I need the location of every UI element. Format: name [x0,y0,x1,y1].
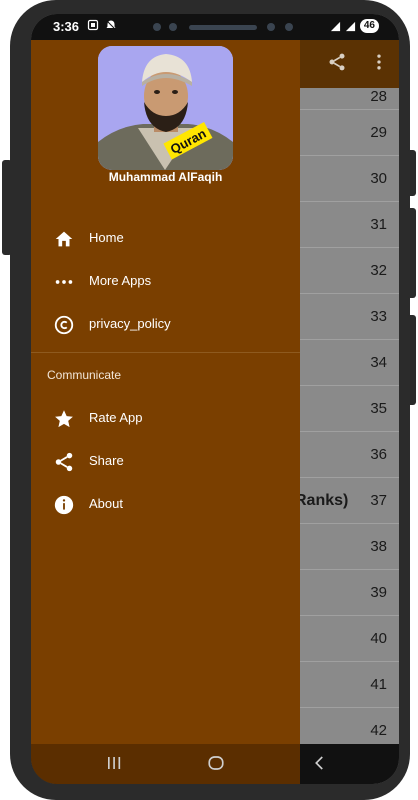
copyright-icon [53,314,75,336]
list-item-number: 32 [370,262,387,279]
camera-dot [285,23,293,31]
list-item-number: 34 [370,354,387,371]
navigation-drawer: Quran Muhammad AlFaqih Home More Apps pr… [31,40,300,744]
drawer-item-label: privacy_policy [89,316,171,331]
drawer-divider [31,352,300,353]
status-system-icons: 46 [330,19,379,33]
camera-dot [153,23,161,31]
list-item-number: 28 [370,88,387,105]
camera-dot [267,23,275,31]
status-bar: 3:36 46 [31,14,399,40]
section-header-communicate: Communicate [47,368,122,382]
drawer-item-more-apps[interactable]: More Apps [31,261,300,301]
home-button[interactable] [207,754,225,777]
side-button-left [2,160,12,255]
side-button-right-3 [406,315,416,405]
system-nav-bar [31,744,399,784]
signal-icon [330,21,340,31]
home-icon [53,228,75,250]
drawer-item-home[interactable]: Home [31,218,300,258]
list-item-number: 39 [370,584,387,601]
profile-avatar: Quran [98,46,233,170]
drawer-item-about[interactable]: About [31,484,300,524]
side-button-right-1 [406,150,416,196]
list-item-number: 35 [370,400,387,417]
side-button-right-2 [406,208,416,298]
camera-notch [151,20,297,34]
status-time: 3:36 [53,19,80,34]
phone-frame: 28 29 30 31 32 33 34 35 36 Ranks) 37 38 39 40 41 42 3:3… [0,0,418,800]
drawer-item-label: About [89,496,123,511]
profile-name: Muhammad AlFaqih [108,170,223,184]
alarm-icon [106,20,117,30]
drawer-item-rate-app[interactable]: Rate App [31,398,300,438]
drawer-item-label: Home [89,230,124,245]
screen: 28 29 30 31 32 33 34 35 36 Ranks) 37 38 39 40 41 42 3:3… [31,14,399,784]
share-icon[interactable] [327,52,347,78]
info-icon [53,494,75,516]
status-notification-icons [87,19,117,34]
signal-icon [345,21,355,31]
battery-indicator: 46 [359,19,379,33]
list-item-number: 31 [370,216,387,233]
drawer-item-share[interactable]: Share [31,441,300,481]
more-horiz-icon [53,271,75,293]
list-item-number: 29 [370,124,387,141]
more-vert-icon[interactable] [369,52,389,78]
drawer-item-label: Share [89,453,124,468]
list-item-number: 41 [370,676,387,693]
list-item-number: 37 [370,492,387,509]
back-button[interactable] [311,754,329,777]
list-item-number: 30 [370,170,387,187]
list-item-title: Ranks) [295,492,349,509]
star-icon [53,408,75,430]
drawer-item-label: More Apps [89,273,152,288]
list-item-number: 36 [370,446,387,463]
list-item-number: 40 [370,630,387,647]
camera-dot [169,23,177,31]
recents-button[interactable] [105,754,123,777]
nav-bar-scrim [31,744,300,784]
speaker-grille [189,25,257,30]
drawer-item-label: Rate App [89,410,143,425]
share-icon [53,451,75,473]
screenshot-icon [87,19,99,31]
list-item-number: 42 [370,722,387,739]
list-item-number: 33 [370,308,387,325]
drawer-item-privacy-policy[interactable]: privacy_policy [31,304,300,344]
list-item-number: 38 [370,538,387,555]
